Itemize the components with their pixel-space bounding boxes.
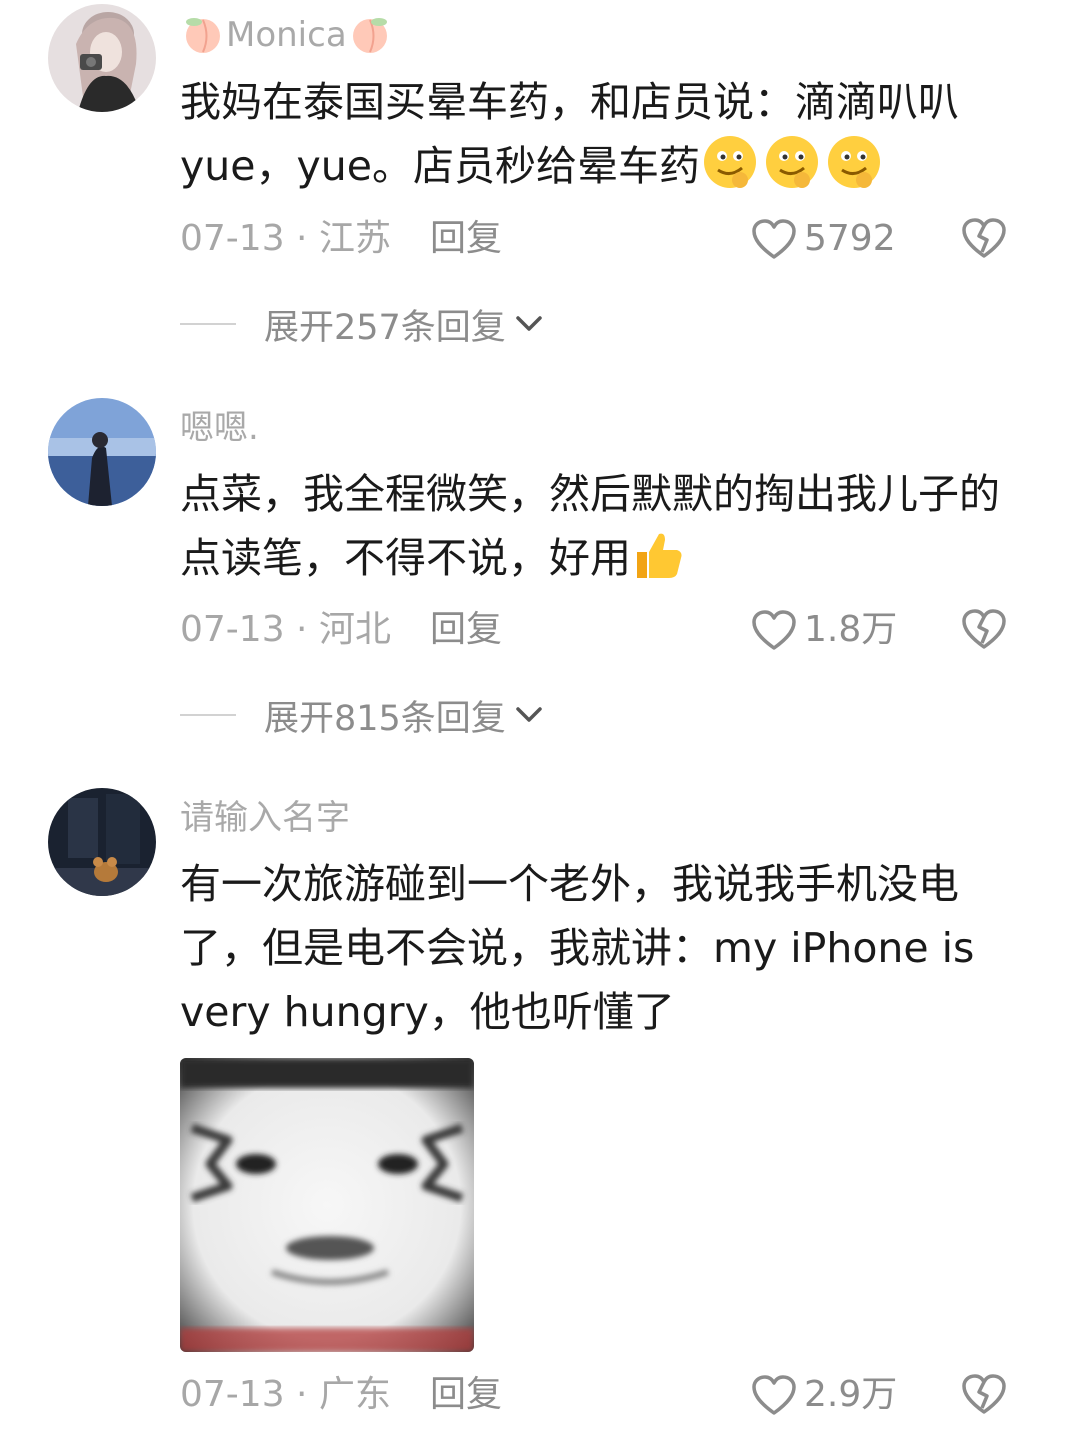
username[interactable]: 嗯嗯. <box>180 408 259 448</box>
dislike-button[interactable] <box>960 1372 1008 1430</box>
username[interactable]: 请输入名字 <box>180 798 350 838</box>
comment-text: 我妈在泰国买晕车药，和店员说：滴滴叭叭yue，yue。店员秒给晕车药 <box>180 70 1020 208</box>
comment-date-location: 07-13 · 广东 <box>180 1374 391 1415</box>
peach-icon <box>352 18 387 53</box>
avatar[interactable] <box>48 4 156 112</box>
like-button[interactable]: 2.9万 <box>750 1370 897 1420</box>
like-button[interactable]: 5792 <box>750 214 896 264</box>
broken-heart-icon <box>962 218 1006 258</box>
smirk-face-emoji <box>700 134 886 208</box>
like-count: 2.9万 <box>804 1374 898 1415</box>
dislike-button[interactable] <box>960 216 1008 274</box>
comment-date-location: 07-13 · 江苏 <box>180 218 391 259</box>
comment-sticker-image[interactable] <box>180 1058 474 1352</box>
peach-icon <box>186 18 220 53</box>
username-text: Monica <box>226 15 347 55</box>
like-count: 1.8万 <box>804 609 898 650</box>
divider <box>180 714 236 716</box>
comment-date-location: 07-13 · 河北 <box>180 609 391 650</box>
comment-text: 有一次旅游碰到一个老外，我说我手机没电了，但是电不会说，我就讲：my iPhon… <box>180 860 975 1036</box>
dislike-button[interactable] <box>960 607 1008 665</box>
reply-button[interactable]: 回复 <box>430 214 502 264</box>
chevron-down-icon <box>516 316 542 331</box>
username[interactable]: Monica <box>180 14 393 55</box>
thumbs-up-emoji <box>631 528 685 600</box>
comment-text-content: 点菜，我全程微笑，然后默默的掏出我儿子的点读笔，不得不说，好用 <box>180 470 1000 582</box>
avatar[interactable] <box>48 788 156 896</box>
reply-button[interactable]: 回复 <box>430 1370 502 1420</box>
expand-replies-button[interactable]: 展开815条回复 <box>180 693 544 739</box>
comment-meta: 07-13 · 江苏 回复 5792 <box>180 214 1020 264</box>
broken-heart-icon <box>962 609 1006 649</box>
heart-outline-icon <box>752 1375 796 1415</box>
comment-meta: 07-13 · 河北 回复 1.8万 <box>180 605 1020 655</box>
divider <box>180 323 236 325</box>
reply-button[interactable]: 回复 <box>430 605 502 655</box>
avatar[interactable] <box>48 398 156 506</box>
expand-replies-label: 展开815条回复 <box>264 698 506 739</box>
broken-heart-icon <box>962 1374 1006 1414</box>
heart-outline-icon <box>752 219 796 259</box>
heart-outline-icon <box>752 610 796 650</box>
like-count: 5792 <box>804 218 896 259</box>
expand-replies-label: 展开257条回复 <box>264 307 506 348</box>
expand-replies-button[interactable]: 展开257条回复 <box>180 302 544 348</box>
comment-text: 点菜，我全程微笑，然后默默的掏出我儿子的点读笔，不得不说，好用 <box>180 462 1020 600</box>
comment-meta: 07-13 · 广东 回复 2.9万 <box>180 1370 1020 1420</box>
chevron-down-icon <box>516 707 542 722</box>
like-button[interactable]: 1.8万 <box>750 605 897 655</box>
